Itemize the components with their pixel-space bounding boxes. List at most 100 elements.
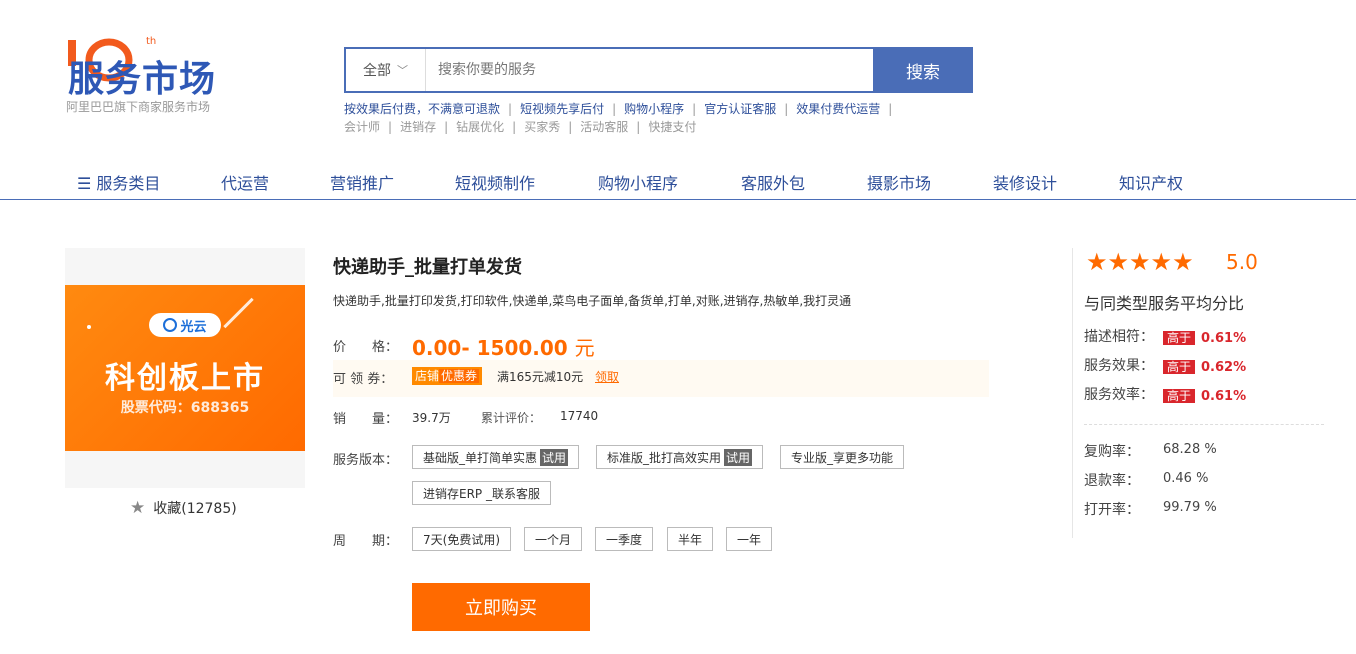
metric-label: 服务效果：: [1084, 358, 1154, 374]
period-option-half-year[interactable]: 半年: [667, 527, 714, 551]
nav-item-marketing[interactable]: 营销推广: [330, 170, 394, 194]
buy-now-button[interactable]: 立即购买: [412, 583, 590, 631]
period-option-7-days[interactable]: 7天(免费试用): [412, 527, 511, 551]
divider: |: [888, 102, 893, 116]
star-icon: ★: [130, 498, 146, 518]
period-label: 周 期：: [333, 534, 399, 549]
coupon-tag-shop: 店铺: [415, 369, 440, 383]
higher-tag: 高于: [1163, 389, 1196, 403]
logo-superscript: th: [146, 36, 157, 47]
search-category-label: 全部: [363, 63, 391, 79]
metric-compare: 高于 0.62%: [1163, 356, 1246, 375]
coupon-get-link[interactable]: 领取: [595, 368, 619, 385]
sales-label: 销 量：: [333, 412, 399, 427]
hot-link[interactable]: 进销存: [400, 120, 436, 134]
nav-item-short-video[interactable]: 短视频制作: [455, 170, 535, 194]
hot-link[interactable]: 活动客服: [580, 120, 628, 134]
search-input[interactable]: [426, 49, 873, 91]
reviews-label: 累计评价：: [481, 411, 542, 425]
hot-link[interactable]: 买家秀: [524, 120, 560, 134]
brand-logo-icon: [163, 318, 178, 332]
version-label: 服务版本：: [333, 453, 399, 468]
divider: |: [388, 120, 393, 134]
metric-compare: 高于 0.61%: [1163, 327, 1246, 346]
logo-subtitle: 阿里巴巴旗下商家服务市场: [66, 100, 211, 114]
hot-link[interactable]: 效果付费代运营: [796, 102, 880, 116]
nav-item-design[interactable]: 装修设计: [993, 170, 1057, 194]
stat-value-open: 99.79 %: [1163, 500, 1217, 515]
period-option-1-month[interactable]: 一个月: [524, 527, 583, 551]
version-name: 专业版_享更多功能: [791, 450, 894, 465]
price-range: 0.00- 1500.00: [412, 336, 568, 360]
hot-link[interactable]: 会计师: [344, 120, 380, 134]
brand-badge: 光云: [149, 313, 221, 337]
hot-link[interactable]: 快捷支付: [648, 120, 696, 134]
nav-item-categories[interactable]: ☰ 服务类目: [77, 170, 160, 194]
divider: |: [444, 120, 449, 134]
compare-title: 与同类型服务平均分比: [1084, 294, 1245, 313]
higher-tag: 高于: [1163, 360, 1196, 374]
divider: |: [568, 120, 573, 134]
banner-headline: 科创板上市: [105, 361, 265, 396]
coupon-tag: 店铺 优惠券: [412, 367, 483, 385]
coupon-condition: 满165元减10元: [497, 370, 584, 384]
hot-link[interactable]: 短视频先享后付: [520, 102, 604, 116]
price-label: 价 格：: [333, 340, 399, 355]
hot-link[interactable]: 按效果后付费，不满意可退款: [344, 102, 500, 116]
search-bar: 全部 ﹀ 搜索: [344, 47, 973, 93]
sales-value: 39.7万: [412, 411, 451, 425]
metric-label: 服务效率：: [1084, 387, 1154, 403]
product-image[interactable]: 光云 科创板上市 股票代码：688365: [65, 248, 305, 488]
coupon-row: 可 领 券： 店铺 优惠券 满165元减10元 领取: [333, 360, 989, 397]
banner-stock-code: 股票代码：688365: [120, 400, 250, 416]
metric-value: 0.62%: [1201, 360, 1247, 375]
period-option-1-quarter[interactable]: 一季度: [595, 527, 654, 551]
period-option-1-year[interactable]: 一年: [726, 527, 773, 551]
hot-link[interactable]: 官方认证客服: [704, 102, 776, 116]
nav-item-customer-service[interactable]: 客服外包: [741, 170, 805, 194]
slash-decoration: [223, 297, 254, 329]
nav-item-photography[interactable]: 摄影市场: [867, 170, 931, 194]
stat-label-repurchase: 复购率：: [1084, 444, 1140, 460]
price-value: 0.00- 1500.00 元: [412, 332, 595, 361]
metric-value: 0.61%: [1201, 389, 1247, 404]
hot-link[interactable]: 购物小程序: [624, 102, 684, 116]
nav-item-ip[interactable]: 知识产权: [1119, 170, 1183, 194]
stat-label-refund: 退款率：: [1084, 473, 1140, 489]
logo[interactable]: 服务市场 th 阿里巴巴旗下商家服务市场: [64, 36, 264, 116]
coupon-tag-type: 优惠券: [439, 369, 480, 383]
nav-item-mini-program[interactable]: 购物小程序: [598, 170, 678, 194]
price-unit: 元: [574, 336, 595, 360]
dashed-divider: [1084, 424, 1324, 425]
version-name: 基础版_单打简单实惠: [423, 450, 538, 465]
version-option-erp[interactable]: 进销存ERP _联系客服: [412, 481, 551, 505]
nav-item-operation[interactable]: 代运营: [221, 170, 269, 194]
rating-stars: ★★★★★: [1086, 248, 1194, 276]
version-option-basic[interactable]: 基础版_单打简单实惠 试用: [412, 445, 580, 469]
trial-badge: 试用: [724, 448, 753, 466]
version-option-standard[interactable]: 标准版_批打高效实用 试用: [596, 445, 764, 469]
chevron-down-icon: ﹀: [397, 64, 408, 77]
version-name: 进销存ERP _联系客服: [423, 486, 540, 501]
rating-score: 5.0: [1226, 250, 1258, 274]
search-category-select[interactable]: 全部 ﹀: [346, 49, 426, 91]
sparkle-decoration: [87, 325, 91, 329]
favorite-button[interactable]: ★ 收藏(12785): [130, 498, 237, 518]
star-icon: ★: [1107, 248, 1130, 276]
star-icon: ★: [1172, 248, 1194, 276]
main-nav: ☰ 服务类目 代运营 营销推广 短视频制作 购物小程序 客服外包 摄影市场 装修…: [0, 162, 1356, 200]
stat-value-repurchase: 68.28 %: [1163, 442, 1217, 457]
star-icon: ★: [1129, 248, 1151, 276]
metric-compare: 高于 0.61%: [1163, 385, 1246, 404]
higher-tag: 高于: [1163, 331, 1196, 345]
product-banner: 光云 科创板上市 股票代码：688365: [65, 285, 305, 451]
divider: |: [508, 102, 513, 116]
version-name: 标准版_批打高效实用: [607, 450, 722, 465]
divider: |: [612, 102, 617, 116]
stat-label-open: 打开率：: [1084, 502, 1140, 518]
hot-link[interactable]: 钻展优化: [456, 120, 504, 134]
version-option-pro[interactable]: 专业版_享更多功能: [780, 445, 905, 469]
coupon-label: 可 领 券：: [333, 372, 394, 387]
search-button[interactable]: 搜索: [873, 47, 973, 93]
hot-links-row-2: 会计师 | 进销存 | 钻展优化 | 买家秀 | 活动客服 | 快捷支付: [344, 118, 696, 135]
